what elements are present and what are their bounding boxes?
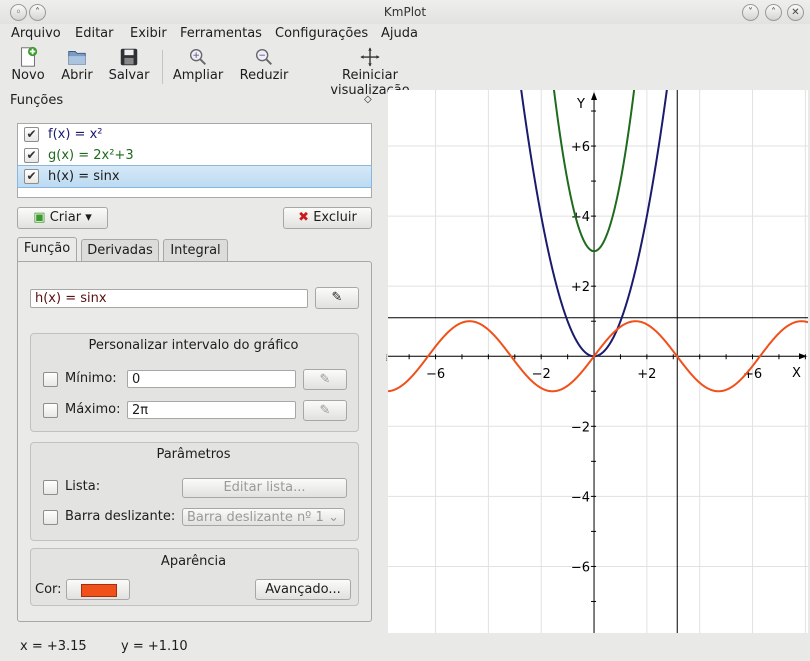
status-x: x = +3.15: [20, 639, 87, 654]
dock-title: Funções: [10, 93, 64, 108]
parameters-title: Parâmetros: [156, 447, 231, 462]
y-tick-label: −6: [571, 560, 590, 575]
app-menu-icon[interactable]: ◦: [10, 4, 27, 21]
list-label: Lista:: [65, 479, 101, 494]
function-item-h[interactable]: ✔ h(x) = sinx: [17, 165, 372, 188]
equation-input[interactable]: h(x) = sinx: [30, 289, 308, 308]
function-g-checkbox[interactable]: ✔: [24, 148, 39, 163]
x-tick-label: −2: [532, 367, 551, 382]
x-tick-label: −6: [426, 367, 445, 382]
create-icon: ▣: [33, 210, 46, 225]
pencil-icon: ✎: [331, 290, 343, 305]
zoom-in-label: Ampliar: [172, 68, 224, 83]
max-edit-button[interactable]: ✎: [303, 400, 347, 421]
save-button[interactable]: Salvar: [108, 46, 150, 83]
open-button[interactable]: Abrir: [60, 46, 94, 83]
tab-funcao[interactable]: Função: [17, 237, 77, 263]
function-g-label: g(x) = 2x²+3: [48, 148, 134, 163]
function-f-checkbox[interactable]: ✔: [24, 127, 39, 142]
advanced-button[interactable]: Avançado...: [255, 579, 351, 600]
tab-derivadas[interactable]: Derivadas: [81, 239, 159, 262]
function-list: ✔ f(x) = x² ✔ g(x) = 2x²+3 ✔ h(x) = sinx: [17, 123, 372, 198]
zoom-out-button[interactable]: Reduzir: [238, 46, 290, 83]
interval-title: Personalizar intervalo do gráfico: [88, 338, 299, 353]
delete-label: Excluir: [313, 210, 357, 225]
function-item-f[interactable]: ✔ f(x) = x²: [18, 124, 371, 145]
dock-float-icon[interactable]: ◇: [364, 94, 372, 105]
min-input[interactable]: 0: [127, 370, 296, 388]
create-button[interactable]: ▣ Criar ▾: [17, 207, 108, 229]
edit-equation-button[interactable]: ✎: [315, 287, 359, 309]
function-h-checkbox[interactable]: ✔: [24, 169, 39, 184]
chevron-down-icon: ⌄: [328, 510, 339, 525]
tab-integral[interactable]: Integral: [163, 239, 228, 262]
maximize-icon[interactable]: ˄: [765, 4, 782, 21]
menu-configuracoes[interactable]: Configurações: [275, 24, 368, 44]
min-edit-button[interactable]: ✎: [303, 369, 347, 390]
color-button[interactable]: [66, 579, 130, 600]
move-arrows-icon: [360, 47, 380, 67]
menu-ferramentas[interactable]: Ferramentas: [180, 24, 262, 44]
max-label: Máximo:: [65, 402, 121, 417]
plot-canvas[interactable]: −6 −2 +2 +6+6+4+2−2−4−6XY: [388, 90, 808, 633]
menu-ajuda[interactable]: Ajuda: [381, 24, 418, 44]
x-tick-label: +2: [637, 367, 656, 382]
appearance-title: Aparência: [160, 554, 227, 569]
zoom-in-button[interactable]: Ampliar: [172, 46, 224, 83]
zoom-out-label: Reduzir: [239, 68, 289, 83]
pencil-icon: ✎: [319, 372, 331, 387]
open-label: Abrir: [61, 68, 93, 83]
color-label: Cor:: [35, 582, 62, 597]
y-tick-label: +6: [571, 140, 590, 155]
delete-icon: ✖: [298, 210, 310, 225]
toolbar-separator: [162, 50, 163, 84]
zoom-in-icon: [189, 48, 206, 65]
max-checkbox[interactable]: [43, 403, 58, 418]
edit-list-button[interactable]: Editar lista...: [182, 478, 347, 498]
keep-above-icon[interactable]: ˄: [29, 4, 46, 21]
y-axis-label: Y: [576, 97, 585, 112]
create-label: Criar: [49, 210, 82, 225]
y-tick-label: +2: [571, 280, 590, 295]
zoom-out-icon: [255, 48, 272, 65]
window-title: KmPlot: [383, 5, 427, 19]
function-f-label: f(x) = x²: [48, 127, 103, 142]
slider-label: Barra deslizante:: [65, 509, 176, 524]
menu-editar[interactable]: Editar: [75, 24, 114, 44]
slider-checkbox[interactable]: [43, 510, 58, 525]
close-icon[interactable]: ✕: [787, 4, 804, 21]
save-label: Salvar: [108, 68, 150, 83]
menu-arquivo[interactable]: Arquivo: [11, 24, 61, 44]
list-checkbox[interactable]: [43, 480, 58, 495]
color-swatch: [81, 584, 117, 597]
y-tick-label: −4: [571, 490, 590, 505]
function-item-g[interactable]: ✔ g(x) = 2x²+3: [18, 145, 371, 166]
new-label: Novo: [11, 68, 45, 83]
slider-select[interactable]: Barra deslizante nº 1 ⌄: [182, 508, 345, 526]
new-file-icon: [21, 46, 38, 67]
function-h-label: h(x) = sinx: [48, 169, 120, 184]
save-icon: [120, 48, 138, 66]
max-input[interactable]: 2π: [127, 401, 296, 419]
minimize-icon[interactable]: ˅: [742, 4, 759, 21]
new-button[interactable]: Novo: [10, 46, 46, 83]
menu-exibir[interactable]: Exibir: [130, 24, 167, 44]
y-axis-arrow: [591, 92, 598, 100]
pencil-icon: ✎: [319, 403, 331, 418]
open-folder-icon: [68, 51, 86, 65]
min-label: Mínimo:: [65, 371, 117, 386]
y-tick-label: −2: [571, 420, 590, 435]
chevron-down-icon: ▾: [85, 210, 92, 225]
slider-select-value: Barra deslizante nº 1: [187, 510, 324, 525]
min-checkbox[interactable]: [43, 372, 58, 387]
status-y: y = +1.10: [121, 639, 188, 654]
x-axis-label: X: [792, 366, 801, 381]
delete-button[interactable]: ✖ Excluir: [283, 207, 372, 229]
